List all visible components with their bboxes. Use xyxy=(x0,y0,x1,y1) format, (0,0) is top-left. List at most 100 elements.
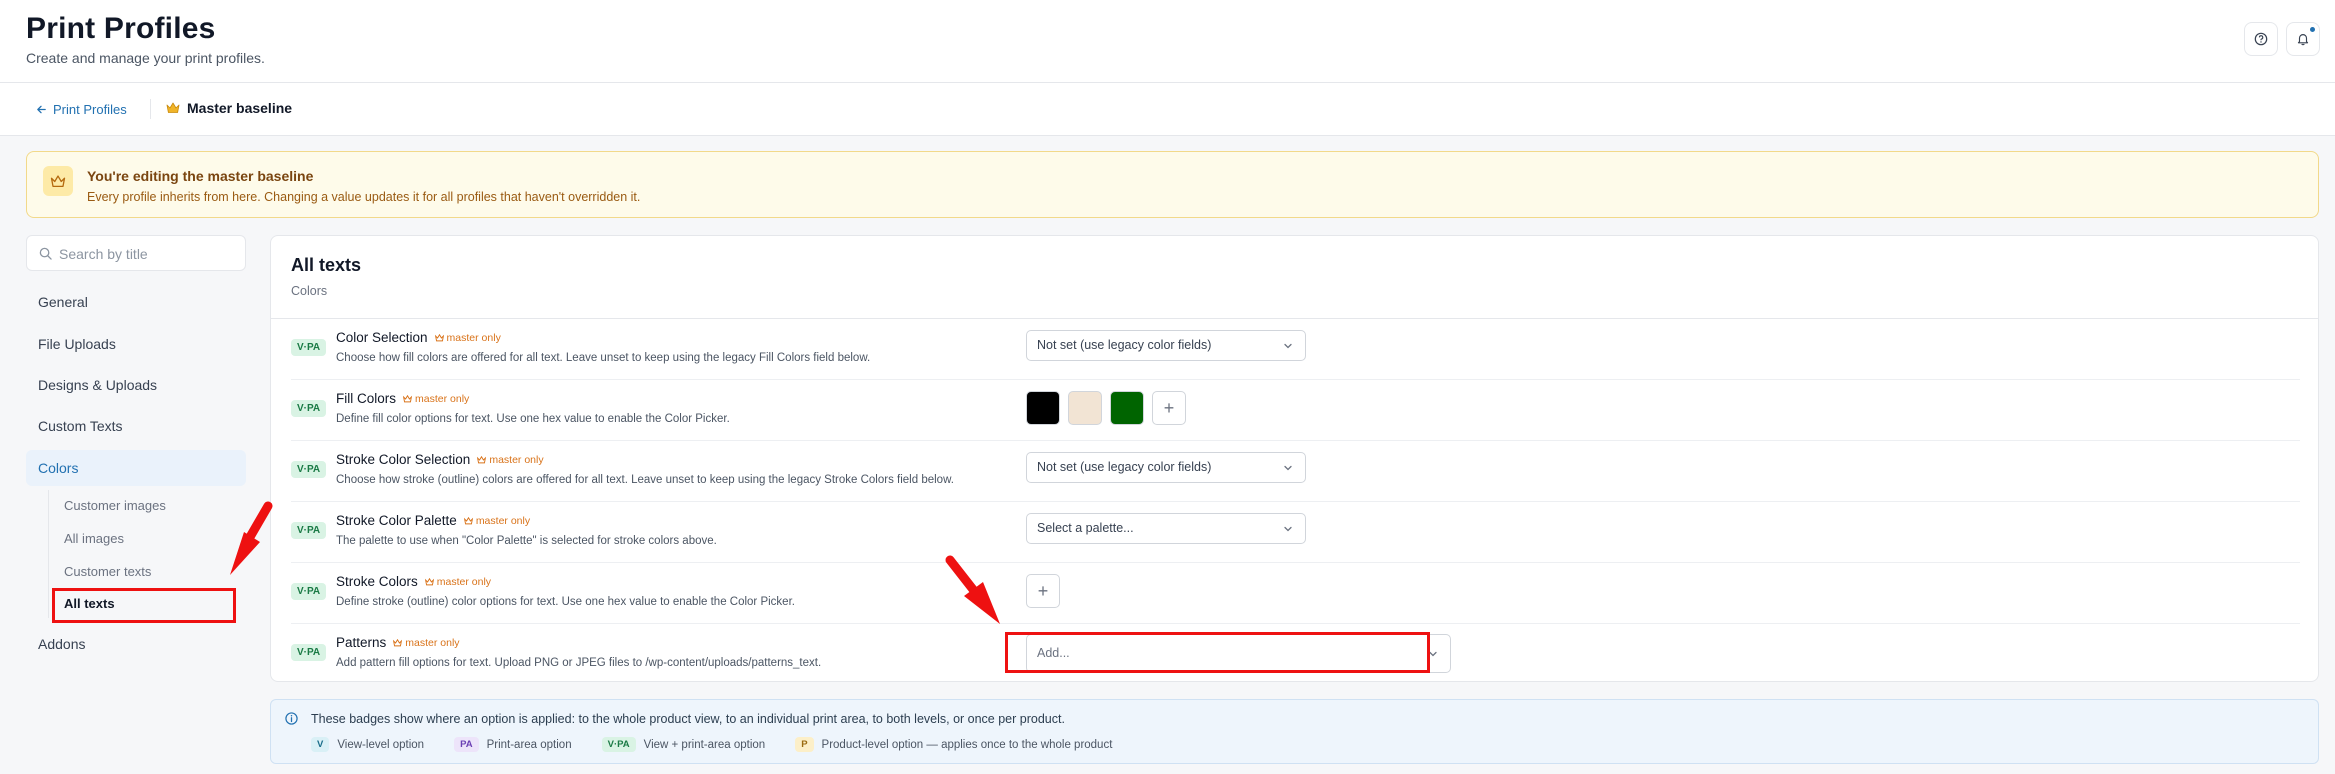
bell-icon xyxy=(2297,34,2309,46)
search-input[interactable] xyxy=(59,244,239,264)
subnav-guide-line xyxy=(48,490,49,618)
stroke-palette-select[interactable]: Select a palette... xyxy=(1026,513,1306,544)
add-stroke-color-button[interactable]: + xyxy=(1026,574,1060,608)
help-icon xyxy=(2254,32,2268,46)
notification-dot xyxy=(2310,27,2315,32)
setting-label-text: Stroke Color Palette xyxy=(336,513,457,528)
select-value: Not set (use legacy color fields) xyxy=(1037,460,1212,474)
crown-icon xyxy=(403,394,413,402)
scope-badge-vpa: V·PA xyxy=(291,644,327,661)
panel-title: All texts xyxy=(291,255,362,275)
panel-subtitle: Colors xyxy=(291,284,328,298)
scope-badge-vpa: V·PA xyxy=(291,583,327,600)
master-only-tag: master only xyxy=(393,636,460,649)
sidebar-item-general[interactable]: General xyxy=(26,284,246,320)
help-button[interactable] xyxy=(2244,22,2278,56)
sidebar-subitem-customer-texts[interactable]: Customer texts xyxy=(64,564,151,579)
notifications-button[interactable] xyxy=(2286,22,2320,56)
page-title: Print Profiles xyxy=(26,12,216,45)
search-field[interactable] xyxy=(26,235,246,271)
sidebar-item-designs-uploads[interactable]: Designs & Uploads xyxy=(26,367,246,403)
notice-text: Every profile inherits from here. Changi… xyxy=(87,190,641,204)
master-only-tag: master only xyxy=(403,393,469,405)
setting-description: Define stroke (outline) color options fo… xyxy=(336,596,795,608)
setting-label-text: Color Selection xyxy=(336,330,428,345)
master-only-tag: master only xyxy=(434,332,501,344)
legend-label: View-level option xyxy=(337,738,425,751)
legend-label: View + print-area option xyxy=(643,738,766,751)
setting-label-text: Stroke Colors xyxy=(336,574,418,589)
sidebar-subitem-customer-images[interactable]: Customer images xyxy=(64,498,166,513)
master-only-tag: master only xyxy=(477,453,544,466)
setting-row-fill-colors: V·PA Fill Colors master only Define fill… xyxy=(291,380,2300,441)
sidebar-item-file-uploads[interactable]: File Uploads xyxy=(26,326,246,362)
legend-badge-pa: PA xyxy=(454,737,479,752)
fill-color-swatch-black[interactable] xyxy=(1026,391,1060,425)
color-selection-select[interactable]: Not set (use legacy color fields) xyxy=(1026,330,1306,361)
crown-icon xyxy=(166,102,180,113)
legend-label: Product-level option — applies once to t… xyxy=(821,738,1113,751)
crown-icon xyxy=(393,638,403,646)
setting-label-text: Fill Colors xyxy=(336,391,397,406)
master-only-label: master only xyxy=(436,575,492,588)
setting-description: Choose how stroke (outline) colors are o… xyxy=(336,474,954,486)
legend-badge-p: P xyxy=(795,737,814,752)
crown-icon xyxy=(50,174,66,187)
setting-label: Stroke Colors master only xyxy=(336,574,491,589)
chevron-down-icon xyxy=(1284,343,1292,349)
select-value: Not set (use legacy color fields) xyxy=(1037,338,1212,352)
sidebar-item-colors[interactable]: Colors xyxy=(26,450,246,486)
scope-badge-vpa: V·PA xyxy=(291,522,327,539)
settings-panel: All texts Colors V·PA Color Selection ma… xyxy=(270,235,2319,682)
master-only-label: master only xyxy=(415,392,470,405)
setting-label: Stroke Color Selection master only xyxy=(336,452,544,467)
setting-row-color-selection: V·PA Color Selection master only Choose … xyxy=(291,319,2300,380)
legend-items: V View-level option PA Print-area option… xyxy=(311,737,1112,752)
badge-legend: These badges show where an option is app… xyxy=(270,699,2319,764)
crown-icon xyxy=(434,333,444,341)
setting-label: Color Selection master only xyxy=(336,330,501,345)
legend-badge-vpa: V·PA xyxy=(601,737,636,752)
page-subtitle: Create and manage your print profiles. xyxy=(26,50,265,66)
sidebar-item-custom-texts[interactable]: Custom Texts xyxy=(26,408,246,444)
setting-row-stroke-colors: V·PA Stroke Colors master only Define st… xyxy=(291,563,2300,624)
setting-description: The palette to use when "Color Palette" … xyxy=(336,535,717,547)
fill-color-swatch-green[interactable] xyxy=(1110,391,1144,425)
fill-color-swatch-cream[interactable] xyxy=(1068,391,1102,425)
stroke-color-selection-select[interactable]: Not set (use legacy color fields) xyxy=(1026,452,1306,483)
setting-description: Define fill color options for text. Use … xyxy=(336,413,730,425)
chevron-down-icon xyxy=(1284,465,1292,471)
master-only-label: master only xyxy=(475,514,531,527)
search-icon xyxy=(39,247,52,260)
highlight-box-patterns-select xyxy=(1005,632,1430,673)
sidebar-item-addons[interactable]: Addons xyxy=(26,626,246,662)
back-link-label: Print Profiles xyxy=(53,102,127,117)
legend-text: These badges show where an option is app… xyxy=(311,712,1065,726)
setting-description: Add pattern fill options for text. Uploa… xyxy=(336,657,822,669)
plus-icon: + xyxy=(1163,397,1175,418)
plus-icon: + xyxy=(1037,580,1049,601)
select-value: Select a palette... xyxy=(1037,521,1134,535)
notice-title: You're editing the master baseline xyxy=(87,168,314,184)
info-icon xyxy=(285,712,298,725)
back-link[interactable]: Print Profiles xyxy=(36,102,127,117)
legend-label: Print-area option xyxy=(486,738,572,751)
master-only-tag: master only xyxy=(424,575,492,588)
breadcrumb: Print Profiles Master baseline xyxy=(0,83,2335,136)
crown-icon xyxy=(424,577,434,585)
add-fill-color-button[interactable]: + xyxy=(1152,391,1186,425)
setting-row-stroke-color-palette: V·PA Stroke Color Palette master only Th… xyxy=(291,502,2300,563)
scope-badge-vpa: V·PA xyxy=(291,339,327,356)
setting-label: Patterns master only xyxy=(336,635,460,650)
setting-label: Stroke Color Palette master only xyxy=(336,513,530,528)
master-only-label: master only xyxy=(489,453,544,466)
scope-badge-vpa: V·PA xyxy=(291,400,327,417)
crown-icon xyxy=(463,516,473,524)
master-only-label: master only xyxy=(405,636,460,649)
setting-row-stroke-color-selection: V·PA Stroke Color Selection master only … xyxy=(291,441,2300,502)
setting-description: Choose how fill colors are offered for a… xyxy=(336,352,871,364)
crown-icon xyxy=(477,455,487,463)
highlight-box-all-texts xyxy=(52,588,236,623)
notice-crown-badge xyxy=(43,166,73,196)
sidebar-subitem-all-images[interactable]: All images xyxy=(64,531,124,546)
